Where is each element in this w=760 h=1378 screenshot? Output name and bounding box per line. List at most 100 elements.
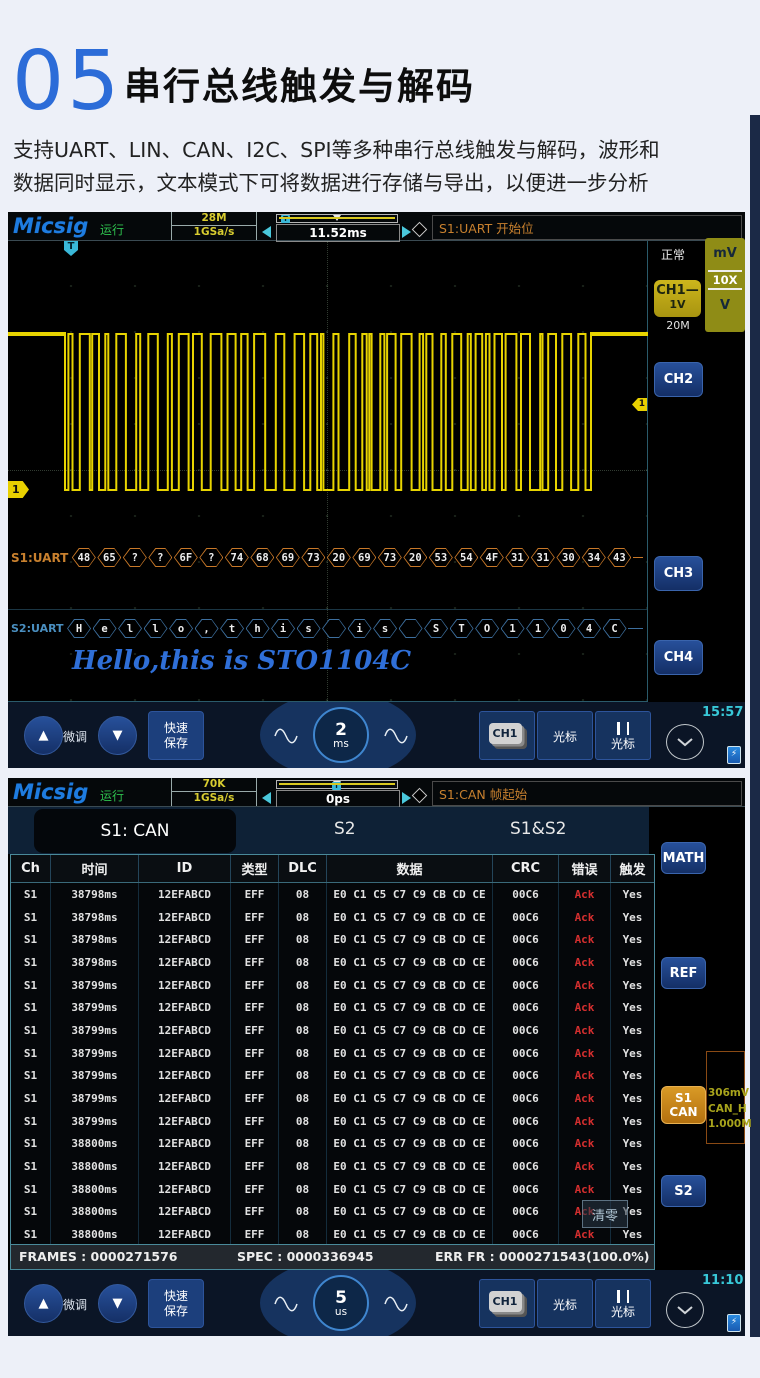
- horizontal-position-bar[interactable]: T: [276, 214, 398, 223]
- section-number: 05: [12, 34, 122, 129]
- table-row[interactable]: S138799ms12EFABCDEFF08E0 C1 C5 C7 C9 CB …: [11, 1087, 654, 1110]
- cursor-label: 光标: [553, 1299, 577, 1311]
- table-row[interactable]: S138799ms12EFABCDEFF08E0 C1 C5 C7 C9 CB …: [11, 974, 654, 997]
- run-status: 运行: [100, 787, 124, 804]
- math-button[interactable]: MATH: [661, 842, 706, 874]
- tab-s1-and-s2[interactable]: S1&S2: [510, 819, 566, 839]
- decoded-text-annotation: Hello,this is STO1104C: [72, 646, 411, 676]
- table-cell: Yes: [611, 1019, 654, 1042]
- pan-right-icon[interactable]: [402, 792, 411, 804]
- table-cell: EFF: [231, 1087, 279, 1110]
- table-row[interactable]: S138799ms12EFABCDEFF08E0 C1 C5 C7 C9 CB …: [11, 996, 654, 1019]
- trigger-info[interactable]: S1:UART 开始位: [432, 215, 742, 240]
- channel3-button[interactable]: CH3: [654, 556, 703, 591]
- table-row[interactable]: S138798ms12EFABCDEFF08E0 C1 C5 C7 C9 CB …: [11, 951, 654, 974]
- table-cell: EFF: [231, 1201, 279, 1224]
- trigger-diamond-icon[interactable]: [412, 222, 428, 238]
- horizontal-position-value[interactable]: 11.52ms: [276, 224, 400, 242]
- s2-button[interactable]: S2: [661, 1175, 706, 1207]
- quick-save-button[interactable]: 快速保存: [148, 711, 204, 760]
- pan-right-icon[interactable]: [402, 226, 411, 238]
- table-cell: Ack: [559, 1065, 611, 1088]
- tab-s2[interactable]: S2: [334, 819, 356, 839]
- collapse-menu-button[interactable]: [666, 724, 704, 760]
- memory-depth: 28M: [172, 212, 256, 226]
- quick-save-button[interactable]: 快速保存: [148, 1279, 204, 1328]
- s1-can-button[interactable]: S1 CAN: [661, 1086, 706, 1124]
- table-cell: S1: [11, 1042, 51, 1065]
- cursor-horizontal-button[interactable]: 光标: [537, 1279, 593, 1328]
- cursor-vertical-button[interactable]: 光标: [595, 1279, 651, 1328]
- table-cell: 08: [279, 1155, 327, 1178]
- decode-symbol: t: [220, 619, 244, 638]
- table-row[interactable]: S138800ms12EFABCDEFF08E0 C1 C5 C7 C9 CB …: [11, 1178, 654, 1201]
- table-cell: 12EFABCD: [139, 1133, 231, 1156]
- sample-info: 70K 1GSa/s: [171, 778, 257, 806]
- table-row[interactable]: S138799ms12EFABCDEFF08E0 C1 C5 C7 C9 CB …: [11, 1065, 654, 1088]
- table-cell: 38799ms: [51, 1087, 139, 1110]
- vertical-scale-panel[interactable]: mV 10X V: [705, 238, 745, 332]
- table-row[interactable]: S138799ms12EFABCDEFF08E0 C1 C5 C7 C9 CB …: [11, 1019, 654, 1042]
- sine-right-icon[interactable]: [384, 1296, 408, 1312]
- can-decode-table: Ch时间ID类型DLC数据CRC错误触发 S138798ms12EFABCDEF…: [10, 854, 655, 1270]
- table-cell: S1: [11, 1110, 51, 1133]
- channel-select-button[interactable]: CH1: [479, 711, 535, 760]
- horizontal-position-value[interactable]: 0ps: [276, 790, 400, 808]
- timebase-button[interactable]: 5 us: [313, 1275, 369, 1331]
- table-cell: S1: [11, 1087, 51, 1110]
- channel-baud: 1.000M: [708, 1117, 744, 1133]
- table-row[interactable]: S138798ms12EFABCDEFF08E0 C1 C5 C7 C9 CB …: [11, 928, 654, 951]
- table-cell: 12EFABCD: [139, 1155, 231, 1178]
- timebase-unit: ms: [333, 739, 349, 750]
- cursor-horizontal-button[interactable]: 光标: [537, 711, 593, 760]
- table-cell: 00C6: [493, 1065, 559, 1088]
- table-cell: EFF: [231, 1019, 279, 1042]
- trigger-position-flag: T: [332, 782, 341, 790]
- decode-symbol: 4: [577, 619, 601, 638]
- timebase-button[interactable]: 2 ms: [313, 707, 369, 763]
- table-cell: Yes: [611, 974, 654, 997]
- channel1-button[interactable]: CH1— 1V: [654, 280, 701, 317]
- sample-info: 28M 1GSa/s: [171, 212, 257, 240]
- table-row[interactable]: S138799ms12EFABCDEFF08E0 C1 C5 C7 C9 CB …: [11, 1042, 654, 1065]
- table-cell: 38799ms: [51, 974, 139, 997]
- channel2-button[interactable]: CH2: [654, 362, 703, 397]
- sine-right-icon[interactable]: [384, 728, 408, 744]
- table-row[interactable]: S138800ms12EFABCDEFF08E0 C1 C5 C7 C9 CB …: [11, 1133, 654, 1156]
- table-cell: 38798ms: [51, 928, 139, 951]
- fine-adjust-up-button[interactable]: ▲: [24, 1284, 63, 1323]
- clear-button[interactable]: 清零: [582, 1200, 628, 1228]
- channel-badge: CH1: [489, 1291, 522, 1312]
- sine-left-icon[interactable]: [274, 728, 298, 744]
- table-cell: E0 C1 C5 C7 C9 CB CD CE: [327, 1065, 493, 1088]
- collapse-menu-button[interactable]: [666, 1292, 704, 1328]
- pan-left-icon[interactable]: [262, 226, 271, 238]
- table-row[interactable]: S138800ms12EFABCDEFF08E0 C1 C5 C7 C9 CB …: [11, 1223, 654, 1246]
- table-row[interactable]: S138798ms12EFABCDEFF08E0 C1 C5 C7 C9 CB …: [11, 883, 654, 906]
- decode-symbol: 1: [526, 619, 550, 638]
- table-cell: 08: [279, 1223, 327, 1246]
- tab-s1-can[interactable]: S1: CAN: [34, 809, 236, 853]
- table-cell: 00C6: [493, 906, 559, 929]
- ref-button[interactable]: REF: [661, 957, 706, 989]
- cursor-v-icon: [617, 1290, 629, 1303]
- ch1-coupling: —: [686, 283, 699, 298]
- horizontal-position-bar[interactable]: T: [276, 780, 398, 789]
- fine-adjust-label: 微调: [63, 1296, 87, 1313]
- trigger-info[interactable]: S1:CAN 帧起始: [432, 781, 742, 806]
- channel4-button[interactable]: CH4: [654, 640, 703, 675]
- trigger-diamond-icon[interactable]: [412, 788, 428, 804]
- pan-left-icon[interactable]: [262, 792, 271, 804]
- table-row[interactable]: S138799ms12EFABCDEFF08E0 C1 C5 C7 C9 CB …: [11, 1110, 654, 1133]
- table-row[interactable]: S138798ms12EFABCDEFF08E0 C1 C5 C7 C9 CB …: [11, 906, 654, 929]
- channel-select-button[interactable]: CH1: [479, 1279, 535, 1328]
- sine-left-icon[interactable]: [274, 1296, 298, 1312]
- table-row[interactable]: S138800ms12EFABCDEFF08E0 C1 C5 C7 C9 CB …: [11, 1155, 654, 1178]
- trigger-position-flag: T: [281, 215, 290, 223]
- fine-adjust-down-button[interactable]: ▼: [98, 716, 137, 755]
- table-cell: 12EFABCD: [139, 1065, 231, 1088]
- fine-adjust-up-button[interactable]: ▲: [24, 716, 63, 755]
- fine-adjust-down-button[interactable]: ▼: [98, 1284, 137, 1323]
- cursor-vertical-button[interactable]: 光标: [595, 711, 651, 760]
- table-row[interactable]: S138800ms12EFABCDEFF08E0 C1 C5 C7 C9 CB …: [11, 1201, 654, 1224]
